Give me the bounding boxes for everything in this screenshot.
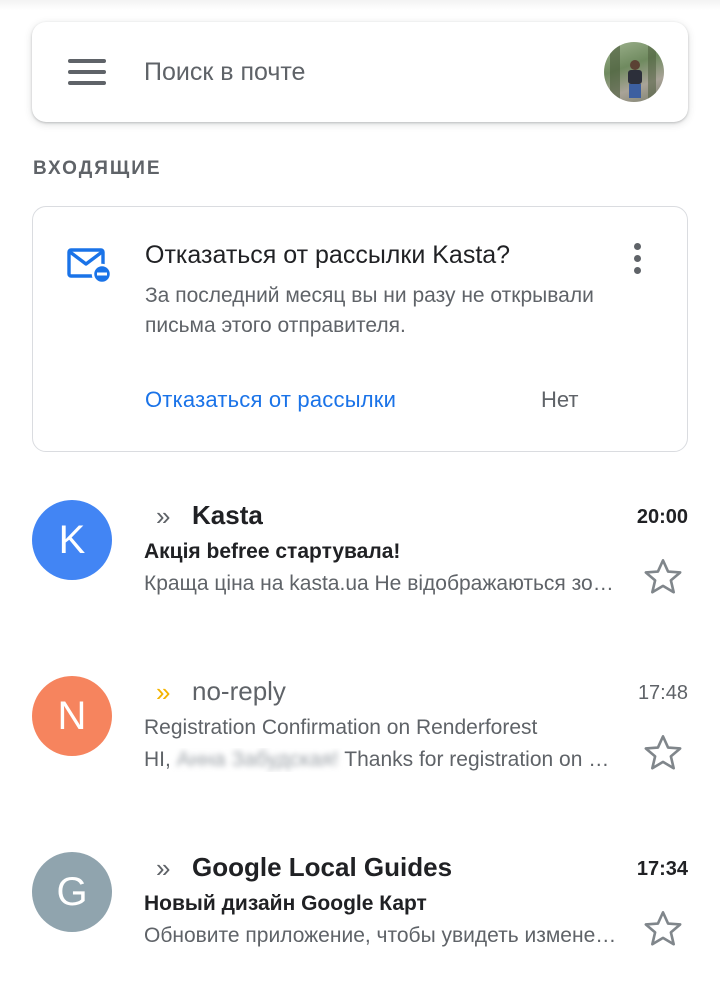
email-row[interactable]: K » Kasta 20:00 Акція befree стартувала!… [0, 500, 720, 640]
search-bar [32, 22, 688, 122]
account-avatar[interactable] [604, 42, 664, 102]
more-options-icon[interactable] [629, 243, 645, 283]
dismiss-button[interactable]: Нет [541, 387, 578, 413]
email-time: 17:48 [637, 682, 688, 704]
star-icon[interactable] [642, 556, 684, 598]
star-icon[interactable] [642, 732, 684, 774]
sender-avatar[interactable]: K [32, 500, 112, 580]
email-row[interactable]: G » Google Local Guides 17:34 Новый диза… [0, 852, 720, 992]
unsubscribe-card: Отказаться от рассылки Kasta? За последн… [32, 206, 688, 452]
star-icon[interactable] [642, 908, 684, 950]
email-time: 17:34 [636, 858, 688, 880]
sender-name: Kasta [192, 500, 263, 530]
search-input[interactable] [144, 52, 564, 92]
mail-unsubscribe-icon [67, 248, 113, 285]
sender-name: no-reply [192, 676, 286, 706]
email-subject: Акція befree стартувала! [144, 540, 401, 563]
sender-name: Google Local Guides [192, 852, 453, 882]
importance-marker-icon[interactable]: » [156, 503, 171, 529]
snippet-blurred-name: Анна Забудская! [176, 748, 339, 771]
email-row[interactable]: N » no-reply 17:48 Registration Confirma… [0, 676, 720, 816]
card-title: Отказаться от рассылки Kasta? [145, 241, 511, 269]
importance-marker-icon[interactable]: » [156, 855, 171, 881]
top-fade [0, 0, 720, 10]
importance-marker-icon[interactable]: » [156, 679, 171, 705]
menu-icon[interactable] [68, 59, 106, 85]
snippet-suffix: Thanks for registration on Renderforest [344, 748, 620, 771]
card-description: За последний месяц вы ни разу не открыва… [145, 284, 594, 337]
sender-avatar[interactable]: G [32, 852, 112, 932]
snippet-prefix: HI, [144, 748, 177, 771]
unsubscribe-button[interactable]: Отказаться от рассылки [145, 387, 396, 413]
email-snippet: Краща ціна на kasta.ua Не відображаються… [144, 572, 620, 595]
section-label: ВХОДЯЩИЕ [33, 158, 162, 179]
email-snippet: HI, Анна Забудская! Thanks for registrat… [144, 748, 620, 772]
email-snippet: Обновите приложение, чтобы увидеть измен… [144, 924, 620, 947]
email-time: 20:00 [636, 506, 688, 528]
email-subject: Новый дизайн Google Карт [144, 892, 427, 915]
sender-avatar[interactable]: N [32, 676, 112, 756]
email-subject: Registration Confirmation on Renderfores… [144, 716, 538, 739]
